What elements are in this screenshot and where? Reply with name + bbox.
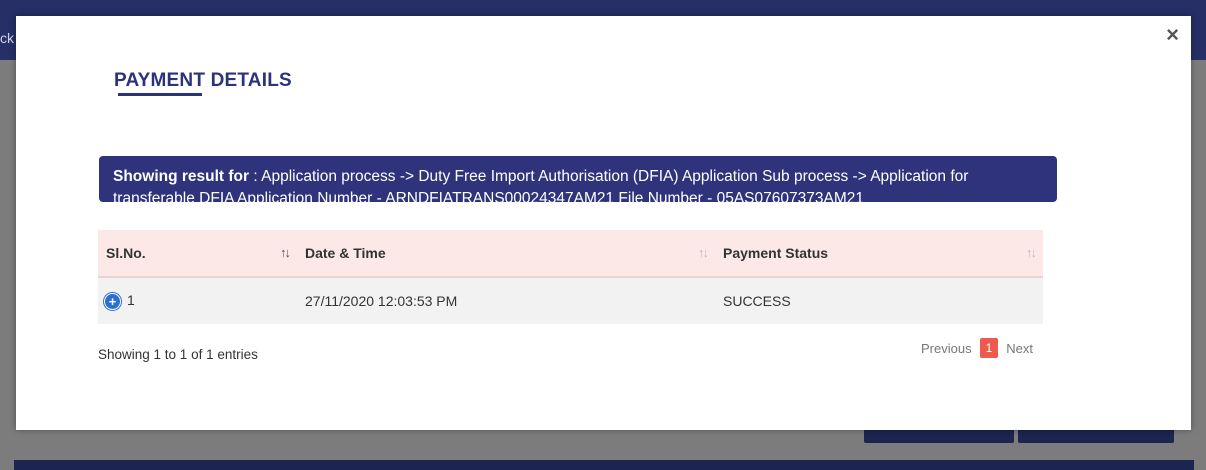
cell-payment-status: SUCCESS <box>723 293 791 309</box>
payment-details-modal: × PAYMENT DETAILS Showing result for : A… <box>16 16 1191 430</box>
sort-icon[interactable]: ↑↓ <box>280 245 291 260</box>
background-footer-bar <box>14 460 1194 470</box>
result-banner-label: Showing result for <box>113 168 250 185</box>
modal-title: PAYMENT DETAILS <box>114 70 292 91</box>
expand-row-icon[interactable]: + <box>104 292 121 310</box>
column-header-payment-status[interactable]: Payment Status ↑↓ <box>715 230 1043 278</box>
sort-icon[interactable]: ↑↓ <box>698 245 709 260</box>
next-page-button[interactable]: Next <box>1002 341 1037 356</box>
column-header-date-time[interactable]: Date & Time ↑↓ <box>297 230 715 278</box>
background-topbar-text: ck <box>0 30 14 46</box>
page-button-current[interactable]: 1 <box>979 338 999 358</box>
payment-table-wrapper: Sl.No. ↑↓ Date & Time ↑↓ Payment Status … <box>98 230 1043 324</box>
table-row: +1 27/11/2020 12:03:53 PM SUCCESS <box>98 277 1043 324</box>
previous-page-button[interactable]: Previous <box>917 341 976 356</box>
payment-table: Sl.No. ↑↓ Date & Time ↑↓ Payment Status … <box>98 230 1043 324</box>
sort-icon[interactable]: ↑↓ <box>1026 245 1037 260</box>
table-info: Showing 1 to 1 of 1 entries <box>98 347 258 362</box>
close-icon[interactable]: × <box>1166 24 1179 46</box>
cell-sl-no: +1 <box>98 277 297 324</box>
title-underline <box>118 93 202 96</box>
pagination: Previous 1 Next <box>917 338 1037 358</box>
cell-date-time: 27/11/2020 12:03:53 PM <box>305 293 458 309</box>
table-header-row: Sl.No. ↑↓ Date & Time ↑↓ Payment Status … <box>98 230 1043 278</box>
column-header-sl-no[interactable]: Sl.No. ↑↓ <box>98 230 297 278</box>
result-banner: Showing result for : Application process… <box>99 156 1057 207</box>
